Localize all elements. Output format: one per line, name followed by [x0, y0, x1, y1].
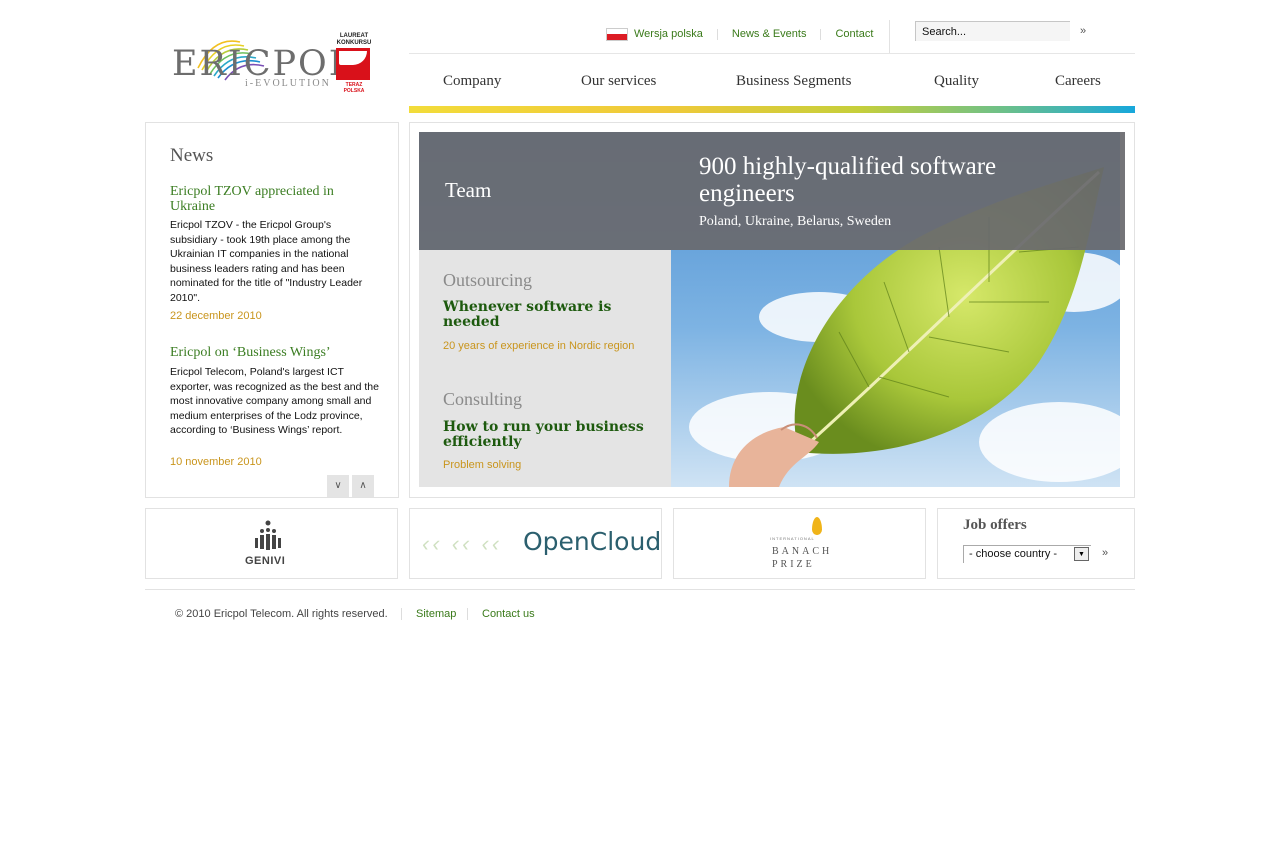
double-chevron-up-icon[interactable]: ∧ [352, 475, 374, 497]
award-line-1: LAUREAT [339, 33, 369, 39]
outsourcing-headline[interactable]: Whenever software is needed [443, 300, 658, 330]
team-headline: 900 highly-qualified software engineers [699, 153, 997, 207]
nav-gradient-bar [409, 106, 1135, 113]
news-date-2: 10 november 2010 [170, 456, 262, 468]
opencloud-banner[interactable]: ‹‹ ‹‹ ‹‹ OpenCloud [409, 508, 662, 579]
banach-label: BANACH [772, 546, 833, 557]
genivi-label: GENIVI [245, 555, 286, 567]
polish-version-link[interactable]: Wersja polska [634, 28, 703, 40]
polish-flag-icon[interactable] [606, 27, 628, 41]
outsourcing-title[interactable]: Outsourcing [443, 270, 532, 291]
contact-us-link[interactable]: Contact us [482, 608, 535, 620]
contact-link[interactable]: Contact [835, 28, 873, 40]
genivi-banner[interactable]: GENIVI [145, 508, 398, 579]
link-divider [716, 28, 718, 40]
award-caption: LAUREAT KONKURSU [336, 33, 372, 46]
team-label: Team [445, 178, 492, 202]
footer-rule [145, 589, 1135, 590]
banach-prize-banner[interactable]: INTERNATIONAL BANACH PRIZE [673, 508, 926, 579]
opencloud-logo: OpenCloud [523, 527, 661, 556]
news-date-1: 22 december 2010 [170, 310, 262, 322]
nav-careers[interactable]: Careers [1055, 73, 1101, 90]
news-title: News [170, 145, 214, 166]
award-subcaption: TERAZ POLSKA [343, 82, 365, 94]
link-divider [820, 28, 822, 40]
header-divider [889, 20, 890, 53]
flame-icon [812, 517, 822, 535]
opencloud-label: OpenCloud [523, 527, 662, 556]
consulting-link[interactable]: Problem solving [443, 459, 521, 471]
consulting-headline[interactable]: How to run your business efficiently [443, 420, 658, 450]
top-links: Wersja polska News & Events Contact [606, 27, 873, 41]
banach-top-label: INTERNATIONAL [770, 536, 815, 541]
nav-company[interactable]: Company [443, 73, 501, 90]
double-arrow-right-icon[interactable]: » [1102, 547, 1108, 559]
news-events-link[interactable]: News & Events [732, 28, 807, 40]
nav-our-services[interactable]: Our services [581, 73, 656, 90]
news-body-2: Ericpol Telecom, Poland's largest ICT ex… [170, 366, 379, 436]
news-headline-2[interactable]: Ericpol on ‘Business Wings’ [170, 345, 370, 360]
double-chevron-down-icon[interactable]: ∨ [327, 475, 349, 497]
award-line-2: KONKURSU [336, 39, 372, 46]
prize-label: PRIZE [772, 559, 815, 570]
footer-divider [467, 608, 468, 620]
nav-business-segments[interactable]: Business Segments [736, 73, 851, 90]
footer-divider [401, 608, 402, 620]
search-input[interactable] [915, 21, 1070, 41]
country-select[interactable]: - choose country - [963, 545, 1091, 563]
team-locations: Poland, Ukraine, Belarus, Sweden [699, 214, 892, 229]
consulting-title[interactable]: Consulting [443, 389, 522, 410]
news-body-1: Ericpol TZOV - the Ericpol Group's subsi… [170, 219, 363, 304]
double-arrow-right-icon[interactable]: » [1080, 25, 1092, 37]
opencloud-graphic: ‹‹ ‹‹ ‹‹ [422, 531, 503, 556]
outsourcing-link[interactable]: 20 years of experience in Nordic region [443, 340, 634, 352]
job-offers-title: Job offers [963, 517, 1027, 533]
news-headline-1[interactable]: Ericpol TZOV appreciated in Ukraine [170, 184, 370, 214]
chevron-down-icon[interactable]: ▼ [1074, 547, 1089, 561]
teraz-polska-emblem [336, 48, 370, 80]
copyright-text: © 2010 Ericpol Telecom. All rights reser… [175, 608, 388, 620]
logo-tagline: i-EVOLUTION [245, 78, 331, 89]
nav-quality[interactable]: Quality [934, 73, 979, 90]
sitemap-link[interactable]: Sitemap [416, 608, 456, 620]
header-rule [409, 53, 1135, 54]
